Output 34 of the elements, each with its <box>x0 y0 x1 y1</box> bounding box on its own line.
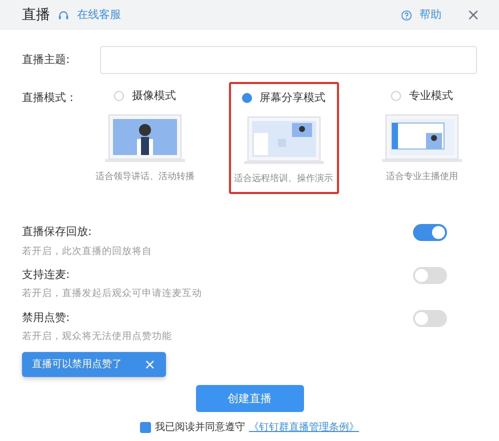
close-button[interactable]: × <box>144 358 156 372</box>
terms-link[interactable]: 《钉钉群直播管理条例》 <box>249 420 359 436</box>
mode-caption: 适合远程培训、操作演示 <box>234 172 333 186</box>
create-button[interactable]: 创建直播 <box>196 385 304 412</box>
toggle-switch[interactable] <box>413 310 447 326</box>
radio-button[interactable] <box>114 91 124 102</box>
tooltip-text: 直播可以禁用点赞了 <box>32 358 122 372</box>
selected-mode-card[interactable]: 屏幕分享模式 适合远程培训、操作演示 <box>228 82 338 194</box>
radio-button[interactable] <box>391 91 401 102</box>
toggle-switch[interactable] <box>413 266 447 284</box>
online-service-link[interactable]: 在线客服 <box>77 6 121 24</box>
setting-description: 若开启，直播发起后观众可申请连麦互动 <box>22 287 202 302</box>
mode-caption: 适合领导讲话、活动转播 <box>96 170 194 184</box>
field-label: 直播主题: <box>22 52 71 68</box>
radio-button[interactable] <box>242 93 252 104</box>
close-button[interactable]: × <box>466 6 481 24</box>
mode-caption: 适合专业主播使用 <box>386 170 458 184</box>
mode-label[interactable]: 摄像模式 <box>132 88 176 104</box>
checkbox[interactable] <box>140 422 151 434</box>
help-link[interactable]: 帮助 <box>420 6 442 24</box>
topic-input[interactable] <box>100 46 477 74</box>
mode-label[interactable]: 屏幕分享模式 <box>260 90 326 106</box>
mode-label[interactable]: 专业模式 <box>409 88 453 104</box>
setting-label: 禁用点赞: <box>22 310 71 326</box>
agreement-text: 我已阅读并同意遵守 <box>155 420 245 436</box>
field-label: 直播模式： <box>22 90 78 106</box>
setting-description: 若开启，此次直播的回放将自 <box>22 244 152 258</box>
setting-description: 若开启，观众将无法使用点赞功能 <box>22 330 172 344</box>
toggle-switch[interactable] <box>413 224 447 241</box>
help-icon[interactable] <box>400 10 412 20</box>
setting-label: 支持连麦: <box>22 266 71 283</box>
dialog-title: 直播 <box>22 6 50 24</box>
setting-label: 直播保存回放: <box>22 224 93 240</box>
headset-icon[interactable] <box>58 10 69 20</box>
